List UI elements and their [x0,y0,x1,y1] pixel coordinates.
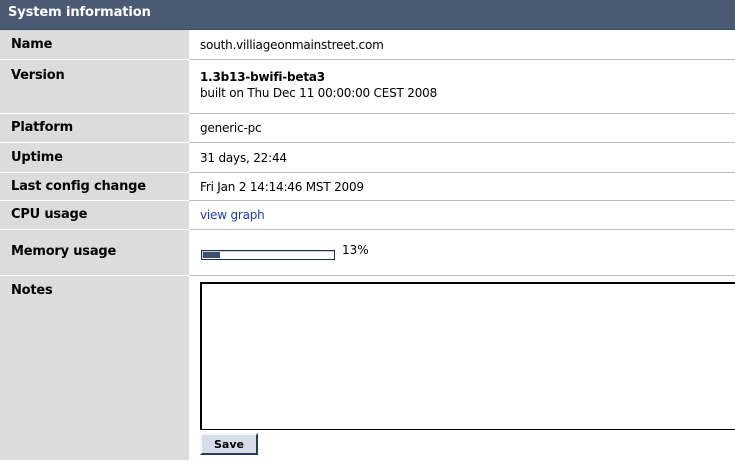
label-cell: Version [0,60,189,114]
hostname-value: south.villiageonmainstreet.com [200,38,384,52]
row-memory-usage: Memory usage 13% [0,230,735,276]
version-value: 1.3b13-bwifi-beta3 [200,70,325,84]
row-name: Name south.villiageonmainstreet.com [0,30,735,60]
label-cell: Uptime [0,143,189,173]
last-config-change-label: Last config change [11,179,146,194]
row-uptime: Uptime 31 days, 22:44 [0,143,735,173]
label-cell: Notes [0,276,189,461]
uptime-value: 31 days, 22:44 [200,151,287,165]
memory-usage-bar [201,250,335,260]
value-cell: Save [189,276,735,461]
row-notes: Notes Save [0,276,735,461]
memory-usage-bar-fill [203,252,220,258]
platform-label: Platform [11,120,73,135]
value-cell: view graph [189,201,735,230]
build-date-value: built on Thu Dec 11 00:00:00 CEST 2008 [200,86,438,100]
view-graph-link[interactable]: view graph [200,208,265,222]
panel-header: System information [0,0,735,30]
label-cell: Memory usage [0,230,189,276]
row-platform: Platform generic-pc [0,114,735,143]
last-config-change-value: Fri Jan 2 14:14:46 MST 2009 [200,180,364,194]
value-cell: 13% [189,230,735,276]
value-cell: Fri Jan 2 14:14:46 MST 2009 [189,173,735,201]
row-last-config-change: Last config change Fri Jan 2 14:14:46 MS… [0,173,735,201]
platform-value: generic-pc [200,121,262,135]
version-label: Version [11,68,65,83]
row-cpu-usage: CPU usage view graph [0,201,735,230]
value-cell: generic-pc [189,114,735,143]
label-cell: CPU usage [0,201,189,230]
value-cell: 31 days, 22:44 [189,143,735,173]
save-button[interactable]: Save [200,433,258,455]
panel-title: System information [8,5,151,20]
name-label: Name [11,37,53,52]
memory-usage-label: Memory usage [11,244,117,259]
value-cell: south.villiageonmainstreet.com [189,30,735,60]
memory-usage-percent: 13% [342,243,369,257]
label-cell: Platform [0,114,189,143]
notes-label: Notes [11,283,53,298]
notes-textarea[interactable] [200,282,735,430]
label-cell: Last config change [0,173,189,201]
uptime-label: Uptime [11,150,63,165]
system-information-panel: System information Name south.villiageon… [0,0,735,461]
row-version: Version 1.3b13-bwifi-beta3 built on Thu … [0,60,735,114]
cpu-usage-label: CPU usage [11,207,88,222]
value-cell: 1.3b13-bwifi-beta3 built on Thu Dec 11 0… [189,60,735,114]
label-cell: Name [0,30,189,60]
